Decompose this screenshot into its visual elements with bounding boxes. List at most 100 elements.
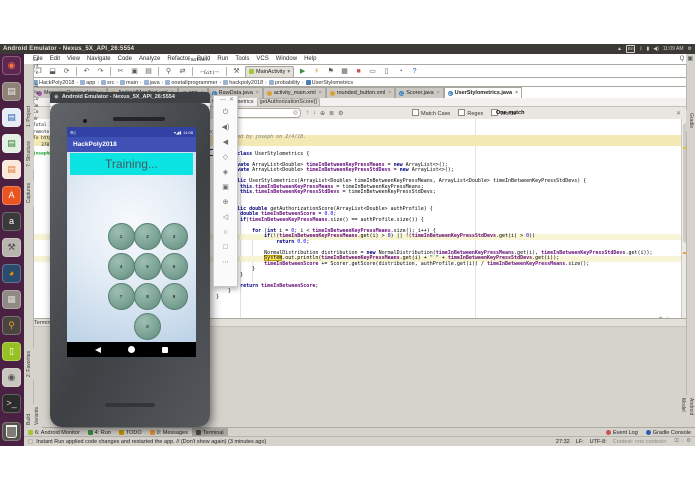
app-title: HackPoly2018: [73, 141, 117, 148]
strip-tab-gradle[interactable]: Gradle: [686, 110, 695, 132]
emulator-window: ◉ Android Emulator - Nexus_5X_API_26:555…: [50, 92, 210, 427]
battery-icon: ▮: [179, 129, 182, 135]
overview-button[interactable]: □: [218, 240, 233, 255]
screenshot-button[interactable]: ▣: [218, 180, 233, 195]
status-right: 27:32 LF: UTF-8: Context: <no context> ⚿…: [556, 438, 691, 445]
ubuntu-launcher: ◉ ▤ ▤ ▤ ▤ Aa ⚒ ◕ ▦ ⚲ ▯ ◉ >_: [0, 54, 24, 446]
launcher-item-system-tools[interactable]: ⚒: [2, 238, 21, 257]
android-status-bar: ⚙▯ ▾◢▮ 11:08: [67, 127, 196, 137]
encoding-indicator[interactable]: UTF-8:: [590, 439, 607, 445]
front-camera: [83, 119, 87, 123]
wifi-icon[interactable]: ▲: [617, 44, 622, 54]
power-button[interactable]: ⏻: [218, 105, 233, 120]
emulator-side-toolbar: — ✕ ⏻ ◀) ◀ ◇ ◈ ▣ ⊕ ◁ ○ □ ⋯: [213, 95, 238, 287]
close-icon[interactable]: ✕: [229, 96, 234, 105]
volume-icon[interactable]: ◀): [653, 44, 659, 54]
libreoffice-calc-icon: ▤: [7, 138, 16, 148]
run-toolwindow-icon: [87, 430, 93, 435]
toolwindow-label: TODO: [125, 429, 142, 436]
rotate-right-button[interactable]: ◈: [218, 165, 233, 180]
keypad-button-5[interactable]: 5: [134, 252, 161, 280]
phone-screen[interactable]: ⚙▯ ▾◢▮ 11:08 HackPoly2018 Training... 12…: [67, 127, 196, 357]
volume-up-button[interactable]: ◀): [218, 120, 233, 135]
terminal-icon: [195, 430, 201, 435]
user-avatar[interactable]: ▣: [687, 55, 693, 62]
zoom-button[interactable]: ⊕: [218, 195, 233, 210]
strip-tab-captures[interactable]: Captures: [24, 180, 34, 207]
minimize-icon[interactable]: —: [220, 96, 226, 105]
launcher-item-terminal-app[interactable]: >_: [2, 394, 21, 413]
launcher-item-trash[interactable]: [2, 422, 21, 441]
overview-nav-button[interactable]: [162, 346, 169, 353]
launcher-item-android-emulator[interactable]: ▯: [2, 342, 21, 361]
keypad-button-2[interactable]: 2: [134, 222, 161, 250]
phone-clock: 11:08: [183, 129, 193, 135]
bottom-speaker: [105, 403, 155, 407]
lock-icon[interactable]: ⚿: [675, 438, 679, 444]
strip-tab-build-variants[interactable]: Build Variants: [24, 404, 42, 428]
keypad-button-9[interactable]: 9: [160, 282, 188, 310]
launcher-item-workspace-switcher[interactable]: ▦: [2, 290, 21, 309]
android-emulator-icon: ▯: [9, 346, 14, 356]
launcher-item-amazon[interactable]: a: [2, 212, 21, 231]
line-ending-indicator[interactable]: LF:: [576, 439, 584, 445]
launcher-item-dash-home[interactable]: ◉: [2, 56, 21, 75]
launcher-item-ubuntu-software[interactable]: A: [2, 186, 21, 205]
android-monitor-icon: [28, 430, 33, 435]
bluetooth-icon[interactable]: ᛒ: [639, 44, 642, 54]
emulator-window-icon: ◉: [54, 94, 59, 100]
search-tool-icon: ⚲: [8, 320, 15, 330]
terminal-app-icon: >_: [6, 398, 17, 408]
keypad-button-4[interactable]: 4: [107, 252, 135, 280]
launcher-item-files[interactable]: ▤: [2, 82, 21, 101]
rotate-left-button[interactable]: ◇: [218, 150, 233, 165]
clock[interactable]: 11:09 AM: [663, 44, 684, 54]
more-button[interactable]: ⋯: [218, 255, 233, 270]
gear-icon[interactable]: ⚙: [686, 438, 691, 444]
launcher-item-libreoffice-writer[interactable]: ▤: [2, 108, 21, 127]
screenshot-icon: ◉: [7, 372, 16, 382]
gradle-console-icon: [645, 430, 651, 435]
status-bar: ▢ Instant Run applied code changes and r…: [24, 436, 695, 446]
strip-tab-7-structure[interactable]: 7: Structure: [24, 138, 34, 170]
training-banner: Training...: [70, 153, 193, 175]
keyboard-indicator[interactable]: En: [625, 45, 636, 53]
app-title-bar: HackPoly2018: [67, 137, 196, 152]
launcher-item-search-tool[interactable]: ⚲: [2, 316, 21, 335]
files-icon: ▤: [7, 86, 16, 96]
strip-tab-2-favorites[interactable]: 2: Favorites: [24, 348, 34, 381]
keypad-button-7[interactable]: 7: [107, 282, 135, 310]
status-message: Instant Run applied code changes and res…: [36, 438, 267, 445]
volume-down-button[interactable]: ◀: [218, 135, 233, 150]
launcher-item-libreoffice-calc[interactable]: ▤: [2, 134, 21, 153]
event-log-icon: [606, 430, 611, 435]
hector-icon[interactable]: ◌: [681, 438, 684, 444]
session-gear-icon[interactable]: ⚙: [688, 44, 692, 54]
status-icons[interactable]: ⚿ ◌ ⚙: [673, 438, 691, 445]
back-nav-button[interactable]: [94, 346, 101, 353]
strip-tab-android-model[interactable]: Android Model: [678, 395, 695, 427]
back-button[interactable]: ◁: [218, 210, 233, 225]
instant-run-icon[interactable]: ▢: [28, 439, 33, 445]
emulator-title-bar[interactable]: ◉ Android Emulator - Nexus_5X_API_26:555…: [50, 92, 210, 103]
ubuntu-software-icon: A: [8, 190, 15, 200]
system-tray[interactable]: ▲ En ᛒ ▮ ◀) 11:09 AM ⚙: [617, 44, 692, 54]
keypad-button-3[interactable]: 3: [160, 222, 188, 250]
status-left-icons: ⚙▯: [70, 130, 76, 135]
launcher-item-libreoffice-impress[interactable]: ▤: [2, 160, 21, 179]
keypad-button-1[interactable]: 1: [107, 222, 135, 250]
home-nav-button[interactable]: [127, 346, 135, 353]
caret-position[interactable]: 27:32: [556, 439, 570, 445]
desktop: Android Emulator - Nexus_5X_API_26:5554 …: [0, 0, 695, 494]
strip-tab-1-project[interactable]: 1: Project: [24, 103, 34, 131]
battery-icon[interactable]: ▮: [646, 44, 649, 54]
firefox-icon: ◕: [8, 268, 15, 278]
keypad-button-6[interactable]: 6: [160, 252, 188, 280]
home-button[interactable]: ○: [218, 225, 233, 240]
launcher-item-screenshot[interactable]: ◉: [2, 368, 21, 387]
system-tools-icon: ⚒: [7, 242, 16, 252]
launcher-item-firefox[interactable]: ◕: [2, 264, 21, 283]
keypad-button-0[interactable]: 0: [134, 312, 161, 340]
libreoffice-impress-icon: ▤: [7, 164, 16, 174]
keypad-button-8[interactable]: 8: [134, 282, 161, 310]
